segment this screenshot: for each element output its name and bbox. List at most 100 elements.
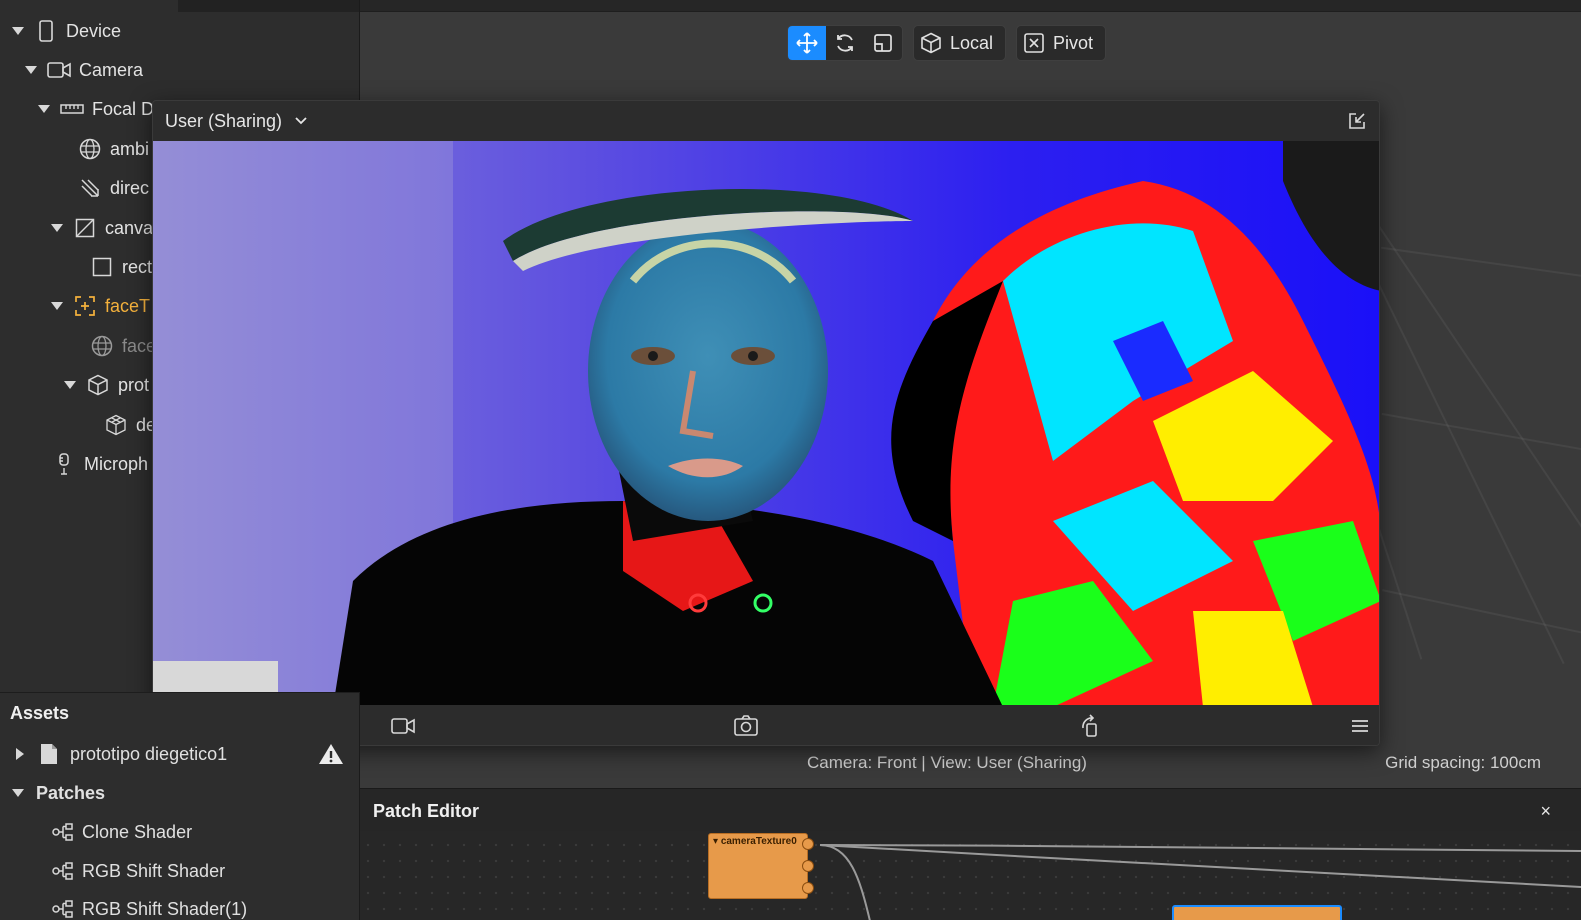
rectangle-icon [90,255,114,279]
cube-icon [86,373,110,397]
patch-icon [52,862,73,880]
grid-spacing-status: Grid spacing: 100cm [1385,753,1541,772]
scene-item-mesh[interactable]: de [104,407,156,443]
scene-item-label: prot [118,374,150,395]
simulator-header: User (Sharing) [153,101,1379,141]
asset-project-file[interactable]: prototipo diegetico1 [14,737,227,771]
patch-item-label: RGB Shift Shader [82,860,226,881]
node-output-port[interactable] [802,860,814,872]
patches-group-label: Patches [36,782,106,803]
expand-arrow-icon[interactable] [25,66,37,74]
pivot-button[interactable]: Pivot [1017,26,1105,60]
scene-item-label: Camera [79,59,144,80]
scene-item-face-tracker[interactable]: faceT [51,288,150,324]
ruler-icon [60,97,84,121]
canvas-icon [73,216,97,240]
globe-icon [90,334,114,358]
patch-item-label: Clone Shader [82,821,193,842]
scale-tool-button[interactable] [864,26,902,60]
microphone-icon [52,452,76,476]
view-select-value: User (Sharing) [165,110,283,131]
transform-mode-group [787,25,903,61]
globe-icon [78,137,102,161]
patch-editor[interactable]: Patch Editor × ▾ cameraTexture0 [360,788,1581,920]
scene-item-camera[interactable]: Camera [25,52,143,88]
scene-item-microphone[interactable]: Microph [52,446,148,482]
scene-item-focal-distance[interactable]: Focal D [38,91,154,127]
scene-item-label: ambi [110,138,150,159]
viewport-header-strip [360,0,1581,12]
scene-item-ambient-light[interactable]: ambi [78,131,149,167]
move-tool-button[interactable] [788,26,826,60]
selected-patch-node[interactable] [1172,905,1342,920]
scene-item-label: face [122,335,157,356]
scene-item-prototype[interactable]: prot [64,367,149,403]
scene-item-face-mesh[interactable]: face [90,328,156,364]
patch-item-clone-shader[interactable]: Clone Shader [52,815,192,849]
scene-item-label: direc [110,177,150,198]
directional-light-icon [78,176,102,200]
phone-icon [34,19,58,43]
warning-icon[interactable] [318,743,344,765]
patch-connections [819,844,1581,920]
patch-item-rgb-shift-shader-1[interactable]: RGB Shift Shader(1) [52,892,247,920]
rotate-tool-button[interactable] [826,26,864,60]
scene-item-rectangle[interactable]: rect [90,249,152,285]
expand-arrow-icon[interactable] [12,27,24,35]
move-icon [796,32,818,54]
expand-arrow-icon[interactable] [51,224,63,232]
patch-item-rgb-shift-shader[interactable]: RGB Shift Shader [52,854,225,888]
expand-arrow-icon[interactable] [14,747,26,761]
view-select[interactable]: User (Sharing) [165,111,308,132]
chevron-down-icon [295,117,307,125]
node-output-port[interactable] [802,882,814,894]
scene-item-label: faceT [105,295,151,316]
hamburger-menu-icon [1352,720,1368,732]
scale-icon [874,34,892,52]
node-output-port[interactable] [802,838,814,850]
simulator-menu-button[interactable] [1347,713,1373,739]
mesh-icon [104,413,128,437]
video-camera-icon [391,718,415,734]
asset-project-label: prototipo diegetico1 [70,743,228,764]
simulator-window: User (Sharing) [152,100,1380,746]
patches-group[interactable]: Patches [12,776,105,810]
camera-icon [47,58,71,82]
scene-item-label: canva [105,217,154,238]
scene-item-canvas[interactable]: canva [51,210,153,246]
pop-out-icon[interactable] [1347,111,1367,131]
rotate-icon [837,34,853,52]
file-icon [41,744,57,764]
scene-item-label: Device [66,20,122,41]
scene-item-label: Focal D [92,98,155,119]
pivot-toggle[interactable]: Pivot [1016,25,1107,61]
switch-camera-button[interactable] [733,713,759,739]
patch-item-label: RGB Shift Shader(1) [82,898,248,919]
scene-item-device[interactable]: Device [12,13,121,49]
scene-item-directional-light[interactable]: direc [78,170,149,206]
expand-arrow-icon[interactable] [12,789,24,797]
switch-camera-icon [734,715,758,736]
scene-panel-header-strip [178,0,359,12]
expand-arrow-icon[interactable] [38,105,50,113]
local-button[interactable]: Local [914,26,1005,60]
patch-icon [52,823,73,841]
local-toggle[interactable]: Local [913,25,1007,61]
scene-item-label: Microph [84,453,149,474]
transform-toolbar: Local Pivot [787,25,1107,61]
assets-panel: Assets prototipo diegetico1 Patches Clon… [0,692,360,920]
scene-item-label: rect [122,256,153,277]
camera-preview-image [153,141,1379,707]
patch-icon [52,900,73,918]
face-tracker-icon [73,294,97,318]
pivot-button-label: Pivot [1053,32,1094,53]
camera-texture-node[interactable]: ▾ cameraTexture0 [708,833,814,899]
rotate-device-button[interactable] [1078,713,1104,739]
camera-texture-node-label: ▾ cameraTexture0 [713,836,797,847]
rotate-device-icon [1082,714,1097,737]
record-video-button[interactable] [390,713,416,739]
local-button-label: Local [950,32,994,53]
expand-arrow-icon[interactable] [64,381,76,389]
camera-preview[interactable] [153,141,1379,707]
expand-arrow-icon[interactable] [51,302,63,310]
